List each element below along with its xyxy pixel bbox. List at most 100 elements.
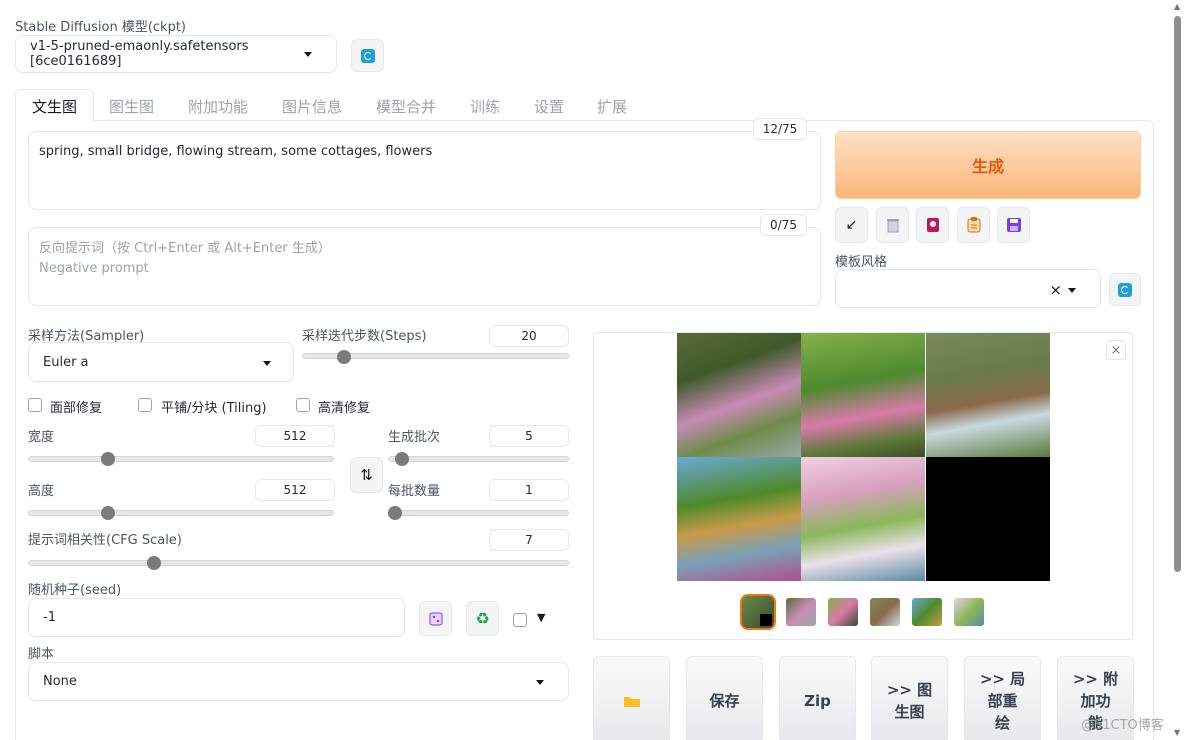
tab-train[interactable]: 训练 [470,96,500,117]
seed-value: -1 [43,610,56,625]
negative-token-counter: 0/75 [760,214,807,236]
folder-icon [623,697,640,707]
batch-size-slider-track[interactable] [388,510,569,516]
batch-count-input[interactable]: 5 [489,425,569,447]
zip-button[interactable]: Zip [779,656,856,740]
clear-icon[interactable]: × [1049,281,1062,299]
script-select[interactable]: None [28,662,569,701]
generate-button[interactable]: 生成 [835,131,1141,199]
chevron-down-icon [1068,288,1076,293]
save-button[interactable]: 保存 [686,656,763,740]
generated-image-grid-blank [926,457,1050,581]
scroll-up-icon[interactable]: ▲ [1174,2,1180,11]
tab-txt2img[interactable]: 文生图 [15,89,94,121]
extra-networks-button[interactable] [916,207,949,243]
hires-checkbox[interactable] [296,398,310,412]
width-slider-track[interactable] [28,456,334,462]
floppy-disk-icon [1006,218,1021,232]
batch-count-label: 生成批次 [388,430,441,445]
chevron-down-icon [304,52,312,57]
thumbnail-grid-blank-cell [760,614,772,626]
cfg-label: 提示词相关性(CFG Scale) [28,533,182,548]
tab-png-info[interactable]: 图片信息 [282,96,342,117]
triangle-down-icon[interactable]: ▼ [537,611,545,624]
style-select[interactable]: × [835,269,1101,308]
script-label: 脚本 [28,647,55,662]
batch-count-slider-track[interactable] [388,456,569,462]
save-style-button[interactable] [997,207,1030,243]
generated-image-1[interactable] [677,333,801,457]
refresh-model-button[interactable] [351,39,384,72]
script-selected: None [43,674,77,689]
thumbnail-grid-selected[interactable] [740,594,776,630]
tab-extensions[interactable]: 扩展 [597,96,627,117]
tab-img2img[interactable]: 图生图 [109,96,154,117]
trash-icon [886,219,899,233]
scroll-down-icon[interactable]: ▼ [1174,728,1180,737]
sampler-selected: Euler a [43,354,89,370]
random-seed-button[interactable] [419,601,452,636]
prompt-token-counter: 12/75 [753,118,807,140]
clipboard-icon [967,217,980,233]
steps-label: 采样迭代步数(Steps) [302,329,427,344]
tab-extras[interactable]: 附加功能 [188,96,248,117]
scrollbar-thumb[interactable] [1174,16,1181,572]
batch-size-input[interactable]: 1 [489,479,569,501]
swap-dimensions-button[interactable]: ⇅ [350,457,383,493]
generated-image-4[interactable] [677,457,801,581]
refresh-icon [360,48,375,63]
tab-label: 文生图 [31,98,77,116]
thumbnail-4[interactable] [912,598,942,626]
seed-label: 随机种子(seed) [28,583,122,598]
width-input[interactable]: 512 [255,425,335,447]
send-to-inpaint-button[interactable]: >> 局 部重 绘 [964,656,1041,740]
generated-image-5[interactable] [801,457,925,581]
thumbnail-5[interactable] [954,598,984,626]
prompt-text: spring, small bridge, flowing stream, so… [39,144,433,159]
generated-image-3[interactable] [926,333,1050,457]
thumbnail-1[interactable] [786,598,816,626]
reuse-seed-button[interactable]: ♻ [466,601,499,636]
height-label: 高度 [28,484,55,499]
chevron-down-icon [263,361,271,366]
open-folder-button[interactable] [593,656,670,740]
height-slider-track[interactable] [28,510,334,516]
scrollbar[interactable]: ▲ ▼ [1170,0,1184,740]
steps-slider-thumb[interactable] [336,350,351,364]
face-restore-label: 面部修复 [50,401,103,416]
tab-settings[interactable]: 设置 [534,96,564,117]
cfg-input[interactable]: 7 [489,529,569,551]
read-params-button[interactable]: ↙ [835,207,868,243]
generated-image-2[interactable] [801,333,925,457]
chevron-down-icon [536,680,544,685]
tab-merge[interactable]: 模型合并 [376,96,436,117]
tiling-checkbox[interactable] [138,398,152,412]
apply-style-button[interactable] [957,207,990,243]
refresh-icon [1118,282,1132,297]
style-label: 模板风格 [835,255,888,270]
close-gallery-button[interactable]: × [1106,340,1126,360]
height-input[interactable]: 512 [255,479,335,501]
dice-icon [429,612,442,625]
model-select[interactable]: v1-5-pruned-emaonly.safetensors [6ce0161… [15,35,337,73]
prompt-textarea[interactable]: spring, small bridge, flowing stream, so… [28,131,821,210]
steps-input[interactable]: 20 [489,325,569,347]
seed-input[interactable]: -1 [28,598,405,637]
sampler-select[interactable]: Euler a [28,342,294,382]
thumbnail-2[interactable] [828,598,858,626]
cfg-slider-thumb[interactable] [147,556,162,570]
negative-prompt-placeholder: 反向提示词（按 Ctrl+Enter 或 Alt+Enter 生成） [39,241,331,256]
swap-icon: ⇅ [360,466,373,484]
cfg-slider-track[interactable] [28,560,569,566]
face-restore-checkbox[interactable] [28,398,42,412]
extra-seed-checkbox[interactable] [513,613,527,627]
send-to-img2img-button[interactable]: >> 图 生图 [871,656,948,740]
batch-size-slider-thumb[interactable] [388,506,402,520]
batch-size-label: 每批数量 [388,484,441,499]
model-selected: v1-5-pruned-emaonly.safetensors [6ce0161… [30,39,249,69]
arrow-down-left-icon: ↙ [845,217,858,233]
refresh-styles-button[interactable] [1109,273,1141,306]
negative-prompt-textarea[interactable]: 反向提示词（按 Ctrl+Enter 或 Alt+Enter 生成） Negat… [28,227,821,306]
clear-prompt-button[interactable] [876,207,909,243]
thumbnail-3[interactable] [870,598,900,626]
